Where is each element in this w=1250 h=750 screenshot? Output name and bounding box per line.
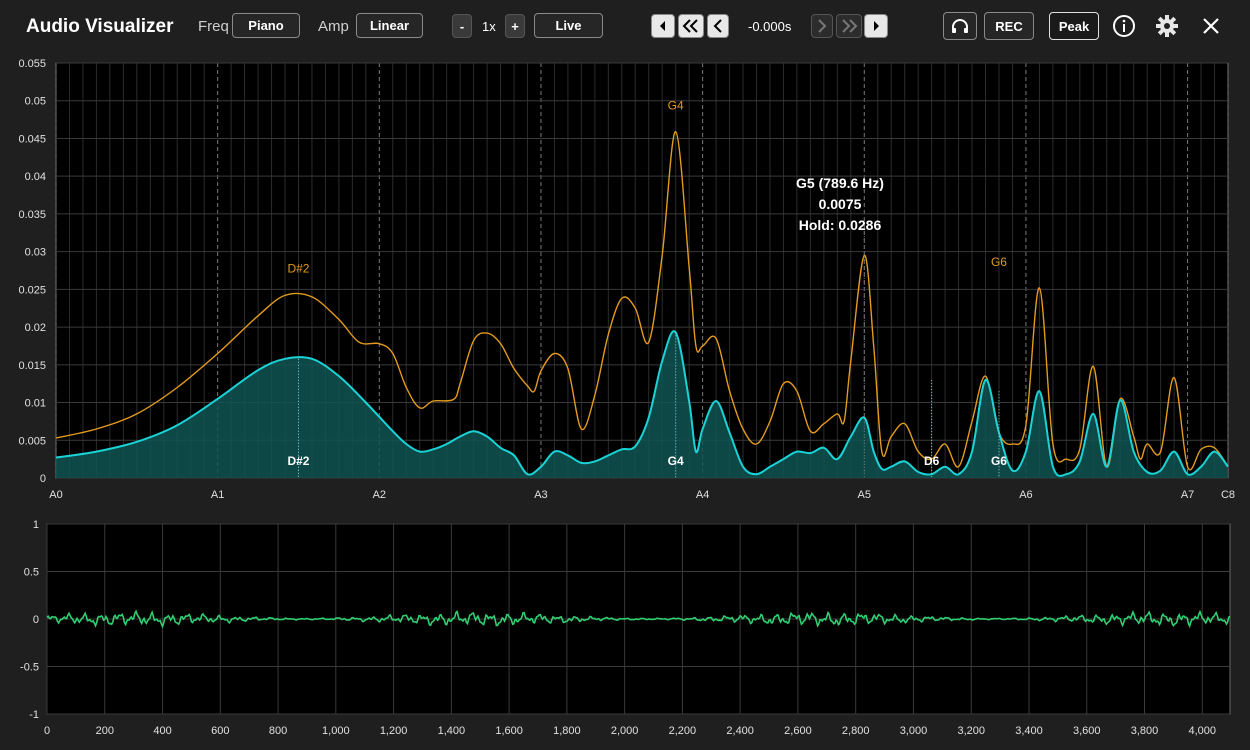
waveform-y-tick: 0.5 — [24, 567, 39, 579]
waveform-x-tick: 3,000 — [900, 725, 928, 737]
waveform-x-tick: 600 — [211, 725, 229, 737]
waveform-x-tick: 1,600 — [495, 725, 523, 737]
waveform-x-tick: 400 — [153, 725, 171, 737]
waveform-y-tick: 1 — [33, 519, 39, 531]
tooltip-value: 0.0075 — [819, 196, 862, 212]
spectrum-peak-label: G4 — [668, 454, 684, 468]
spectrum-x-tick: A3 — [534, 489, 547, 501]
waveform-chart[interactable]: -1 -0.5 0 0.5 1 0 200 400 600 800 1,000 1,200 1,400… — [0, 510, 1250, 750]
spectrum-y-tick: 0.03 — [25, 247, 46, 259]
spectrum-x-tick: A1 — [211, 489, 224, 501]
spectrum-x-tick: A0 — [49, 489, 62, 501]
hold-peak-label: D#2 — [287, 262, 309, 276]
spectrum-y-tick: 0.005 — [18, 435, 46, 447]
spectrum-y-tick: 0.04 — [25, 171, 46, 183]
spectrum-x-tick: A4 — [696, 489, 709, 501]
spectrum-y-tick: 0.055 — [18, 58, 46, 70]
spectrum-chart[interactable]: D#2 D#2 G4 G4 G6 G6 D6 0 0.005 0.01 0.015 0.02 0.02… — [0, 0, 1250, 510]
spectrum-x-tick: A2 — [373, 489, 386, 501]
hold-peak-label: G6 — [991, 255, 1007, 269]
spectrum-peak-label: D#2 — [287, 454, 309, 468]
waveform-y-tick: -0.5 — [20, 662, 39, 674]
spectrum-peak-label: G6 — [991, 454, 1007, 468]
waveform-x-tick: 4,000 — [1189, 725, 1217, 737]
waveform-x-tick: 3,800 — [1131, 725, 1159, 737]
spectrum-y-tick: 0.015 — [18, 360, 46, 372]
spectrum-x-tick: A5 — [858, 489, 871, 501]
tooltip-note: G5 (789.6 Hz) — [796, 175, 884, 191]
spectrum-y-tick: 0.02 — [25, 322, 46, 334]
spectrum-y-tick: 0.05 — [25, 96, 46, 108]
waveform-x-tick: 3,600 — [1073, 725, 1101, 737]
waveform-x-tick: 2,400 — [726, 725, 754, 737]
waveform-y-tick: -1 — [29, 709, 39, 721]
tooltip-hold: Hold: 0.0286 — [799, 217, 882, 233]
waveform-x-tick: 2,200 — [669, 725, 697, 737]
spectrum-y-tick: 0.01 — [25, 398, 46, 410]
waveform-y-tick: 0 — [33, 614, 39, 626]
waveform-x-tick: 3,200 — [957, 725, 985, 737]
waveform-x-tick: 1,400 — [438, 725, 466, 737]
waveform-x-tick: 800 — [269, 725, 287, 737]
spectrum-peak-label: D6 — [924, 454, 940, 468]
waveform-x-tick: 1,000 — [322, 725, 350, 737]
waveform-x-tick: 200 — [96, 725, 114, 737]
waveform-x-tick: 1,800 — [553, 725, 581, 737]
waveform-x-tick: 0 — [44, 725, 50, 737]
spectrum-y-tick: 0 — [40, 473, 46, 485]
waveform-x-tick: 1,200 — [380, 725, 408, 737]
waveform-x-tick: 2,000 — [611, 725, 639, 737]
hold-peak-label: G4 — [668, 99, 684, 113]
spectrum-y-tick: 0.045 — [18, 133, 46, 145]
spectrum-x-tick: A7 — [1181, 489, 1194, 501]
waveform-x-tick: 2,600 — [784, 725, 812, 737]
spectrum-x-tick: A6 — [1019, 489, 1032, 501]
spectrum-y-tick: 0.025 — [18, 284, 46, 296]
spectrum-x-tick: C8 — [1221, 489, 1235, 501]
waveform-x-tick: 3,400 — [1015, 725, 1043, 737]
spectrum-y-tick: 0.035 — [18, 209, 46, 221]
waveform-x-tick: 2,800 — [842, 725, 870, 737]
